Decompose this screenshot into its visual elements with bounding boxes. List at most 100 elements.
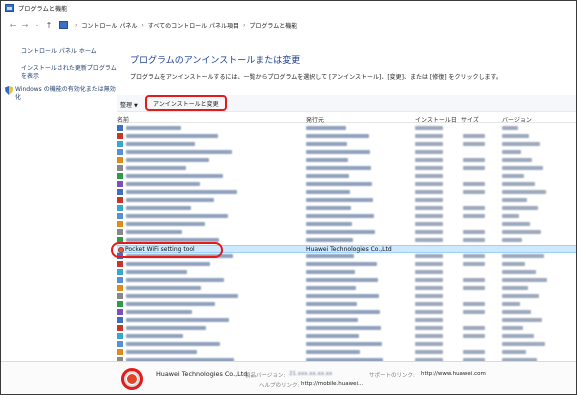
highlight-ring xyxy=(111,242,223,258)
program-row[interactable] xyxy=(117,300,576,308)
column-size[interactable]: サイズ xyxy=(461,115,479,124)
sidebar-link-windows-features[interactable]: Windows の機能の有効化または無効化 xyxy=(5,86,117,102)
program-row[interactable] xyxy=(117,284,576,292)
obscured-text xyxy=(502,278,547,282)
obscured-text xyxy=(415,286,443,290)
program-row[interactable] xyxy=(117,188,576,196)
back-arrow-icon[interactable]: ← xyxy=(7,21,19,30)
program-row[interactable] xyxy=(117,172,576,180)
program-row[interactable] xyxy=(117,324,576,332)
program-row[interactable] xyxy=(117,316,576,324)
obscured-text xyxy=(502,294,539,298)
obscured-text xyxy=(463,310,485,314)
program-row[interactable] xyxy=(117,276,576,284)
obscured-text xyxy=(463,254,485,258)
forward-arrow-icon[interactable]: → xyxy=(19,21,31,30)
program-row[interactable] xyxy=(117,228,576,236)
program-row[interactable] xyxy=(117,308,576,316)
column-name[interactable]: 名前 xyxy=(117,115,129,124)
column-version[interactable]: バージョン xyxy=(502,115,532,124)
program-logo-icon xyxy=(121,368,143,390)
obscured-text xyxy=(126,190,237,194)
help-link[interactable]: http://mobile.huawei... xyxy=(301,381,363,387)
obscured-text xyxy=(306,134,369,138)
obscured-text xyxy=(126,342,220,346)
obscured-text xyxy=(306,278,378,282)
column-publisher[interactable]: 発行元 xyxy=(306,115,324,124)
obscured-text xyxy=(415,254,443,258)
obscured-text xyxy=(415,318,443,322)
program-row[interactable] xyxy=(117,180,576,188)
obscured-text xyxy=(306,214,374,218)
program-row[interactable] xyxy=(117,124,576,132)
program-row[interactable] xyxy=(117,132,576,140)
obscured-text xyxy=(502,134,529,138)
program-row[interactable] xyxy=(117,140,576,148)
obscured-text xyxy=(463,302,485,306)
list-column-header: 名前 発行元 インストール日 サイズ バージョン xyxy=(117,114,576,124)
program-icon xyxy=(117,317,123,323)
obscured-text xyxy=(502,302,520,306)
shield-icon xyxy=(5,86,13,95)
obscured-text xyxy=(126,278,224,282)
breadcrumb-control-panel[interactable]: コントロール パネル xyxy=(81,21,137,30)
obscured-text xyxy=(126,206,191,210)
sidebar-link-home[interactable]: コントロール パネル ホーム xyxy=(21,46,117,55)
obscured-text xyxy=(502,254,544,258)
obscured-text xyxy=(126,182,200,186)
obscured-text xyxy=(415,150,443,154)
obscured-text xyxy=(306,206,351,210)
program-row[interactable] xyxy=(117,292,576,300)
obscured-text xyxy=(126,350,197,354)
program-row[interactable] xyxy=(117,332,576,340)
program-row[interactable] xyxy=(117,212,576,220)
program-icon xyxy=(117,269,123,275)
obscured-text xyxy=(463,206,485,210)
obscured-text xyxy=(502,350,526,354)
program-row[interactable] xyxy=(117,268,576,276)
dropdown-chevron-icon[interactable]: ⌄ xyxy=(31,22,43,28)
obscured-text xyxy=(502,238,522,242)
column-install-date[interactable]: インストール日 xyxy=(415,115,457,124)
obscured-text xyxy=(463,238,485,242)
program-row[interactable] xyxy=(117,196,576,204)
obscured-text xyxy=(502,198,527,202)
program-icon xyxy=(117,181,123,187)
program-row[interactable] xyxy=(117,164,576,172)
obscured-text xyxy=(415,134,443,138)
chevron-down-icon: ▼ xyxy=(134,103,138,109)
obscured-text xyxy=(126,310,192,314)
obscured-text xyxy=(126,126,181,130)
breadcrumb-programs-and-features[interactable]: プログラムと機能 xyxy=(249,21,297,30)
obscured-text xyxy=(502,150,521,154)
sidebar-link-installed-updates[interactable]: インストールされた更新プログラムを表示 xyxy=(21,65,117,81)
program-row[interactable] xyxy=(117,220,576,228)
program-row[interactable] xyxy=(117,260,576,268)
obscured-text xyxy=(126,198,214,202)
obscured-text xyxy=(502,326,523,330)
obscured-text xyxy=(306,270,355,274)
program-row[interactable] xyxy=(117,340,576,348)
program-row-selected[interactable]: Pocket WiFi setting tool Huawei Technolo… xyxy=(111,242,576,258)
organize-menu[interactable]: 整理 ▼ xyxy=(120,100,138,109)
selected-program-publisher: Huawei Technologies Co.,Ltd xyxy=(306,246,392,253)
up-arrow-icon[interactable]: ↑ xyxy=(43,21,55,30)
obscured-text xyxy=(306,326,381,330)
obscured-text xyxy=(306,262,377,266)
program-row[interactable] xyxy=(117,348,576,356)
support-link[interactable]: http://www.huawei.com xyxy=(421,371,486,377)
obscured-text xyxy=(463,278,485,282)
obscured-text xyxy=(502,166,543,170)
uninstall-change-button[interactable]: アンインストールと変更 xyxy=(145,95,227,111)
program-row[interactable] xyxy=(117,148,576,156)
obscured-text xyxy=(502,174,524,178)
obscured-text xyxy=(463,166,485,170)
obscured-text xyxy=(306,190,350,194)
program-row[interactable] xyxy=(117,156,576,164)
obscured-text xyxy=(306,158,348,162)
obscured-text xyxy=(463,350,485,354)
program-row[interactable] xyxy=(117,204,576,212)
breadcrumb-all-items[interactable]: すべてのコントロール パネル項目 xyxy=(148,21,239,30)
obscured-text xyxy=(415,230,443,234)
title-bar: プログラムと機能 xyxy=(1,1,576,15)
